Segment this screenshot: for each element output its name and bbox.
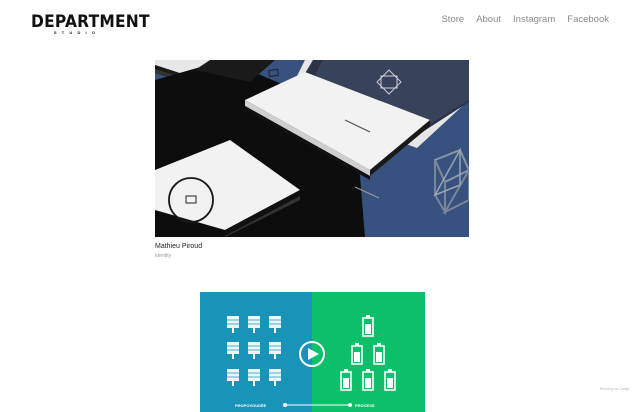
logo-wordmark: DEPARTMENT (31, 11, 150, 32)
nav-facebook[interactable]: Facebook (567, 14, 609, 25)
main-nav: Store About Instagram Facebook (429, 14, 609, 25)
project-thumbnail-business-cards[interactable] (155, 60, 469, 237)
project-thumbnail-infographic[interactable]: PROPOVOUDÉE PROCESS (200, 292, 425, 412)
project-card-video[interactable]: PROPOVOUDÉE PROCESS (200, 292, 425, 412)
footer-credit[interactable]: Running on Cargo (600, 387, 629, 391)
project-title[interactable]: Mathieu Piroud (155, 243, 469, 250)
project-card-mathieu-piroud[interactable]: Mathieu Piroud Identity (155, 60, 469, 259)
nav-instagram[interactable]: Instagram (513, 14, 555, 25)
nav-about[interactable]: About (476, 14, 501, 25)
project-category: Identity (155, 253, 172, 259)
label-left: PROPOVOUDÉE (235, 403, 267, 408)
logo[interactable]: DEPARTMENT STUDIO (31, 11, 150, 35)
label-right: PROCESS (355, 403, 375, 408)
nav-store[interactable]: Store (441, 14, 464, 25)
